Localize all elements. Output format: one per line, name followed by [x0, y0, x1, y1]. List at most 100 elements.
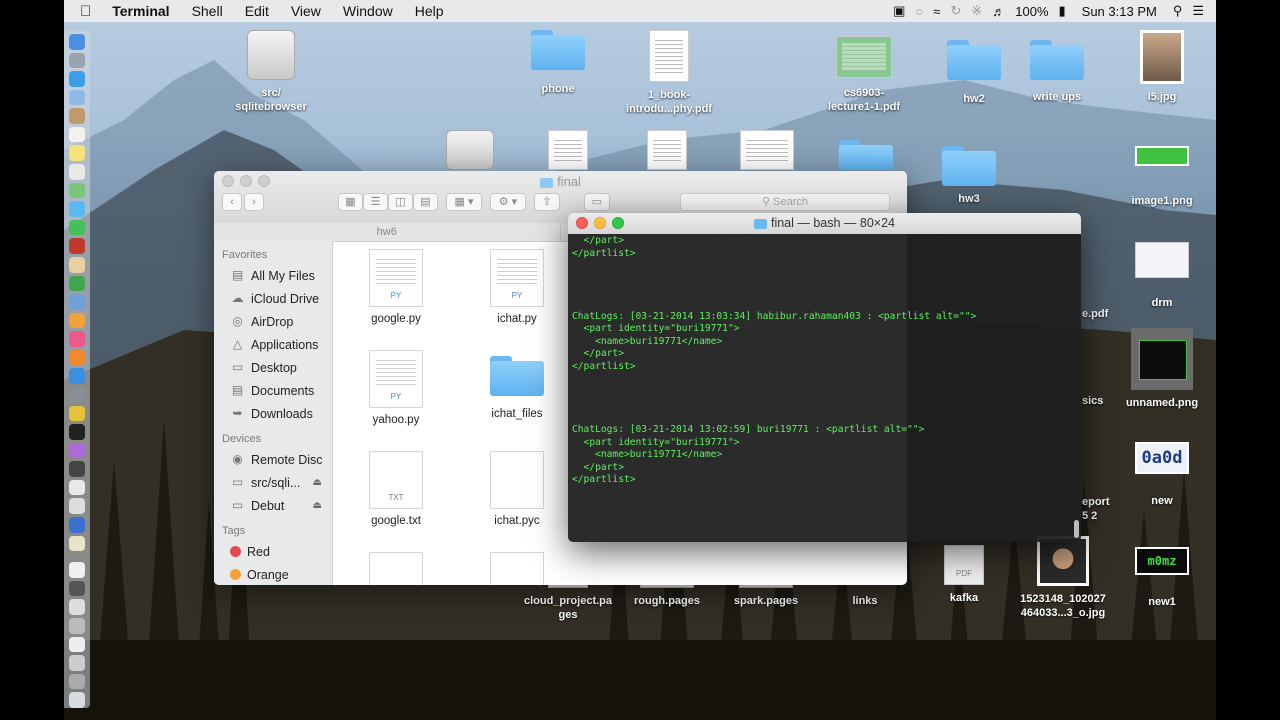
desktop-item-new1[interactable]: m0mz new1 [1112, 545, 1212, 609]
file-google-txt[interactable]: TXT google.txt [346, 443, 446, 527]
arrange-button[interactable]: ▦ ▾ [446, 193, 482, 211]
view-coverflow-button[interactable]: ▤ [413, 193, 438, 211]
desktop-item-links[interactable]: links [815, 594, 915, 608]
menu-shell[interactable]: Shell [181, 3, 234, 19]
eject-icon[interactable]: ⏏ [313, 477, 322, 488]
numbers-icon[interactable] [69, 275, 85, 292]
file-ichat-pyc[interactable]: ichat.pyc [467, 443, 567, 527]
terminal-icon[interactable] [69, 424, 85, 440]
zoom-button[interactable] [612, 217, 624, 229]
stack-icon-6[interactable] [69, 673, 85, 690]
tab-hw6[interactable]: hw6 [214, 223, 561, 241]
desktop-item-unnamed[interactable]: unnamed.png [1112, 328, 1212, 410]
app-store-icon[interactable] [69, 368, 85, 384]
menu-window[interactable]: Window [332, 3, 404, 19]
notification-center-icon[interactable]: ☰ [1192, 3, 1204, 19]
desktop-item-kafka[interactable]: PDF kafka [914, 545, 1014, 605]
app-icon-3[interactable] [69, 479, 85, 496]
desktop-item-src-sqlitebrowser[interactable]: src/ sqlitebrowser [221, 30, 321, 114]
sidebar-item-tag-orange[interactable]: Orange [214, 563, 332, 585]
close-button[interactable] [576, 217, 588, 229]
desktop-item-book-pdf[interactable]: 1_book- introdu...phy.pdf [619, 30, 719, 116]
sidebar-item-desktop[interactable]: ▭ Desktop [214, 356, 332, 379]
desktop-item-partial-report[interactable]: eport 5 2 [1082, 495, 1122, 523]
desktop-item-phone[interactable]: phone [508, 30, 608, 96]
volume-icon[interactable]: ♬ [992, 4, 1005, 19]
sidebar-item-documents[interactable]: ▤ Documents [214, 379, 332, 402]
spotlight-icon[interactable]: ⚲ [1173, 3, 1183, 19]
sidebar-item-src-sqli[interactable]: ▭ src/sqli... ⏏ [214, 471, 332, 494]
sidebar-item-downloads[interactable]: ➥ Downloads [214, 402, 332, 425]
app-icon-2[interactable] [69, 461, 85, 477]
reminders-icon[interactable] [69, 164, 85, 180]
desktop-item-drive-2[interactable] [420, 130, 520, 176]
stack-icon-4[interactable] [69, 636, 85, 653]
file-yahoo-py[interactable]: PY yahoo.py [346, 342, 446, 426]
mail-icon[interactable] [69, 89, 85, 106]
terminal-scrollbar[interactable] [1074, 520, 1079, 538]
desktop-item-partial-pdf[interactable]: e.pdf [1082, 307, 1122, 321]
sidebar-item-remote-disc[interactable]: ◉ Remote Disc [214, 448, 332, 471]
clock[interactable]: Sun 3:13 PM [1076, 4, 1163, 19]
keynote-icon[interactable] [69, 294, 85, 310]
stack-icon-2[interactable] [69, 599, 85, 615]
chrome-icon[interactable] [69, 405, 85, 422]
screen-mirror-icon[interactable]: ▣ [893, 3, 905, 19]
notification-icon[interactable]: ○ [915, 4, 923, 19]
view-list-button[interactable]: ☰ [363, 193, 388, 211]
stack-icon-1[interactable] [69, 580, 85, 597]
system-preferences-icon[interactable] [69, 386, 85, 403]
calendar-icon[interactable] [69, 126, 85, 143]
back-button[interactable]: ‹ [222, 193, 242, 211]
safari-icon[interactable] [69, 71, 85, 87]
file-partial-1[interactable] [346, 544, 446, 585]
itunes-icon[interactable] [69, 331, 85, 347]
trash-icon[interactable] [69, 692, 85, 708]
time-machine-icon[interactable]: ↻ [950, 3, 961, 19]
facetime-icon[interactable] [69, 219, 85, 236]
menu-app-terminal[interactable]: Terminal [101, 3, 180, 19]
stack-icon-5[interactable] [69, 655, 85, 671]
sidebar-item-tag-red[interactable]: Red [214, 540, 332, 563]
bluetooth-icon[interactable]: ※ [971, 3, 982, 19]
app-icon-6[interactable] [69, 535, 85, 552]
file-ichat-py[interactable]: PY ichat.py [467, 241, 567, 325]
contacts-icon[interactable] [69, 108, 85, 124]
menu-edit[interactable]: Edit [234, 3, 280, 19]
desktop-item-new[interactable]: 0a0d new [1112, 442, 1212, 508]
sidebar-item-debut[interactable]: ▭ Debut ⏏ [214, 494, 332, 517]
photo-booth-icon[interactable] [69, 238, 85, 254]
sidebar-item-all-my-files[interactable]: ▤ All My Files [214, 264, 332, 287]
folder-ichat-files[interactable]: ichat_files [467, 342, 567, 420]
launchpad-icon[interactable] [69, 52, 85, 69]
tag-button[interactable]: ▭ [584, 193, 610, 211]
battery-icon[interactable]: ▮ [1059, 3, 1066, 19]
desktop-item-write-ups[interactable]: write ups [1007, 40, 1107, 104]
sidebar-item-applications[interactable]: △ Applications [214, 333, 332, 356]
photos-icon[interactable] [69, 256, 85, 273]
file-google-py[interactable]: PY google.py [346, 241, 446, 325]
desktop-item-photo-jpg[interactable]: 1523148_102027 464033...3_o.jpg [1013, 536, 1113, 620]
share-button[interactable]: ⇧ [534, 193, 560, 211]
file-partial-2[interactable] [467, 544, 567, 585]
sidebar-item-airdrop[interactable]: ◎ AirDrop [214, 310, 332, 333]
desktop-item-doc-2[interactable] [617, 130, 717, 176]
eject-icon[interactable]: ⏏ [313, 500, 322, 511]
stack-icon-3[interactable] [69, 617, 85, 634]
desktop-item-partial-sics[interactable]: sics [1082, 394, 1122, 408]
terminal-output[interactable]: </part> </partlist> ChatLogs: [03-21-201… [572, 235, 1071, 542]
desktop-item-cs6903[interactable]: cs6903- lecture1-1.pdf [814, 36, 914, 114]
app-icon-4[interactable] [69, 498, 85, 515]
desktop-item-i5[interactable]: I5.jpg [1112, 30, 1212, 104]
pages-icon[interactable] [69, 312, 85, 329]
finder-icon[interactable] [69, 34, 85, 50]
desktop-item-image1[interactable]: image1.png [1112, 140, 1212, 208]
menu-view[interactable]: View [280, 3, 332, 19]
notes-icon[interactable] [69, 145, 85, 162]
view-columns-button[interactable]: ◫ [388, 193, 413, 211]
apple-menu-icon[interactable]:  [64, 3, 101, 20]
app-icon-5[interactable] [69, 517, 85, 533]
document-stack-icon[interactable] [69, 562, 85, 578]
ibooks-icon[interactable] [69, 349, 85, 366]
action-gear-button[interactable]: ⚙ ▾ [490, 193, 526, 211]
